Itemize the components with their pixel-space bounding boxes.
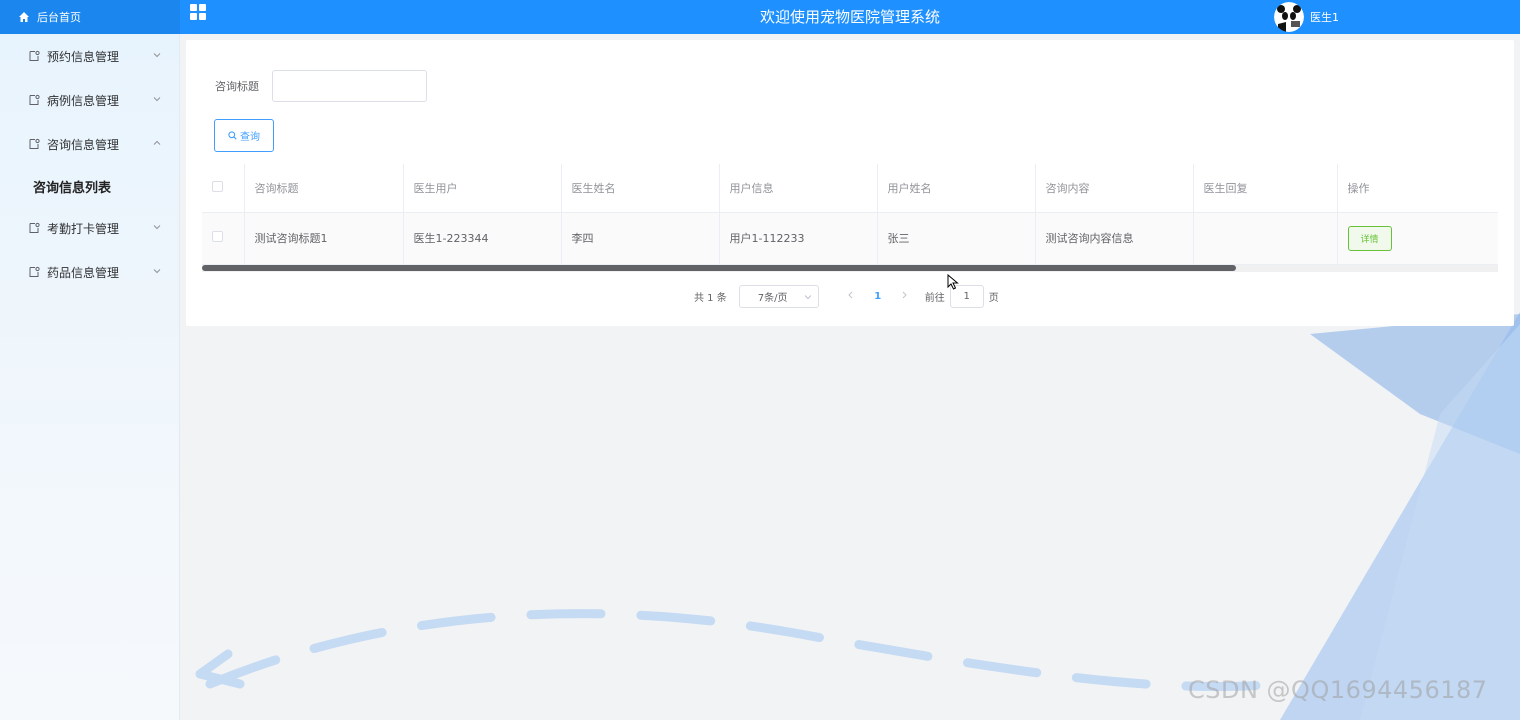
select-all-checkbox[interactable] [212,180,223,192]
column-header[interactable]: 医生用户 [403,164,562,213]
user-name: 医生1 [1310,11,1339,24]
page-size-select[interactable]: 7条/页 [738,285,819,308]
chevron-down-icon [153,225,161,230]
cell-user-info: 用户1-112233 [719,212,878,265]
sidebar-item-label: 考勤打卡管理 [47,221,120,236]
horizontal-scrollbar-thumb[interactable] [202,265,1236,271]
data-table: 咨询标题 医生用户 医生姓名 用户信息 用户姓名 咨询内容 医生回复 操作 测试… [202,164,1498,272]
page-jumper-suffix: 页 [988,293,999,304]
document-icon [29,94,40,105]
watermark: CSDN @QQ1694456187 [1188,676,1488,704]
chevron-left-icon [848,291,853,299]
document-icon [29,266,40,277]
chevron-up-icon [153,140,161,145]
page-number-current[interactable]: 1 [861,291,895,302]
page-jumper: 前往 页 [925,285,999,308]
table-row: 测试咨询标题1 医生1-223344 李四 用户1-112233 张三 测试咨询… [202,212,1498,265]
mouse-cursor-icon [947,274,959,290]
column-header[interactable]: 医生回复 [1193,164,1338,213]
home-link[interactable]: 后台首页 [0,0,180,34]
sidebar: 预约信息管理 病例信息管理 咨询信息管理 咨询信息列表 考勤打卡管理 药品信息管… [0,34,180,720]
system-title: 欢迎使用宠物医院管理系统 [759,8,940,26]
next-page-button[interactable] [895,291,915,302]
chevron-down-icon [153,53,161,58]
sidebar-item-medicine[interactable]: 药品信息管理 [0,250,179,294]
home-label: 后台首页 [37,11,81,24]
search-label: 咨询标题 [215,80,259,93]
top-bar: 后台首页 欢迎使用宠物医院管理系统 医生1 [0,0,1520,34]
column-header[interactable]: 用户姓名 [877,164,1036,213]
search-icon [228,131,237,140]
query-button-label: 查询 [240,132,260,143]
page-size-value: 7条/页 [757,293,788,304]
cell-reply [1193,212,1338,265]
cell-title: 测试咨询标题1 [244,212,404,265]
sidebar-item-label: 预约信息管理 [47,49,120,64]
app-root: 后台首页 欢迎使用宠物医院管理系统 医生1 预约信息管理 病例信息管理 咨询信息… [0,0,1520,720]
cell-content: 测试咨询内容信息 [1035,212,1194,265]
sidebar-item-appointment[interactable]: 预约信息管理 [0,34,179,78]
cell-doctor-name: 李四 [561,212,720,265]
sidebar-item-label: 药品信息管理 [47,265,120,280]
menu-grid-icon[interactable] [190,4,208,22]
sidebar-item-attendance[interactable]: 考勤打卡管理 [0,206,179,250]
select-all-cell [202,164,245,213]
query-button[interactable]: 查询 [214,119,274,152]
avatar [1274,2,1304,32]
sidebar-item-case[interactable]: 病例信息管理 [0,78,179,122]
row-checkbox[interactable] [212,231,223,242]
chevron-down-icon [153,97,161,102]
document-icon [29,50,40,61]
sidebar-item-label: 咨询信息管理 [47,137,120,152]
sidebar-subitem-label: 咨询信息列表 [33,180,112,196]
cell-action: 详情 [1337,212,1498,265]
chevron-down-icon [153,269,161,274]
cell-doctor-user: 医生1-223344 [403,212,562,265]
chevron-right-icon [902,291,907,299]
sidebar-item-label: 病例信息管理 [47,93,120,108]
panda-avatar-icon [1274,2,1304,32]
sidebar-item-consultation[interactable]: 咨询信息管理 [0,122,179,166]
home-icon [19,12,29,22]
chevron-down-icon [804,295,812,300]
detail-button[interactable]: 详情 [1347,225,1392,251]
document-icon [29,138,40,149]
column-header[interactable]: 咨询内容 [1035,164,1194,213]
search-input[interactable] [272,70,427,102]
content-card: 咨询标题 查询 咨询标题 医生用户 医生姓名 用户信息 用户姓名 咨询内容 医生… [186,40,1514,326]
document-icon [29,222,40,233]
sidebar-subitem-consultation-list[interactable]: 咨询信息列表 [0,166,179,206]
column-header[interactable]: 咨询标题 [244,164,404,213]
prev-page-button[interactable] [841,291,861,302]
column-header: 操作 [1337,164,1498,213]
row-select-cell [202,212,245,265]
pagination-total: 共 1 条 [694,293,727,304]
cell-user-name: 张三 [877,212,1036,265]
user-menu[interactable]: 医生1 [1274,2,1339,32]
column-header[interactable]: 用户信息 [719,164,878,213]
table-header-row: 咨询标题 医生用户 医生姓名 用户信息 用户姓名 咨询内容 医生回复 操作 [202,164,1498,213]
column-header[interactable]: 医生姓名 [561,164,720,213]
page-jumper-prefix: 前往 [924,293,945,304]
